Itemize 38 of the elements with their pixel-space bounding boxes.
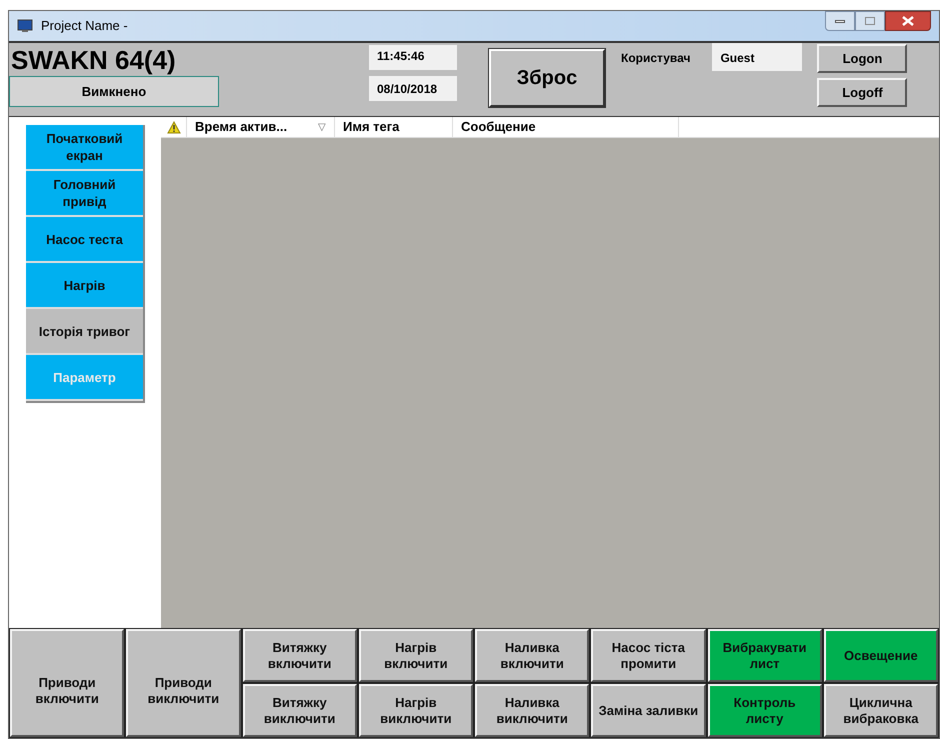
control-button[interactable]: Освещение [824,629,938,682]
logoff-button[interactable]: Logoff [817,78,908,107]
window-title: Project Name - [41,17,128,36]
control-button[interactable]: Приводи виключити [126,629,240,737]
nav-button[interactable]: Нагрів [26,263,143,309]
user-field: Guest [712,43,802,71]
monitor-icon [17,19,33,33]
nav-button[interactable]: Історія тривог [26,309,143,355]
machine-title: SWAKN 64(4) [10,44,177,75]
warning-icon [166,120,180,134]
close-icon [902,16,914,26]
machine-status: Вимкнено [9,76,219,107]
control-button[interactable]: Контроль листу [708,684,822,737]
nav-button[interactable]: Насос теста [26,217,143,263]
close-button[interactable] [885,11,931,31]
control-button[interactable]: Витяжку включити [242,629,357,682]
control-button[interactable]: Вибракувати лист [708,629,822,682]
logon-button[interactable]: Logon [817,44,908,73]
control-button[interactable]: Нагрів включити [358,629,473,682]
maximize-button[interactable] [855,11,885,31]
nav-button[interactable]: Головний привід [26,171,143,217]
control-button[interactable]: Наливка включити [475,629,590,682]
control-button[interactable]: Приводи включити [10,629,124,737]
control-button[interactable]: Витяжку виключити [242,684,357,737]
control-button[interactable]: Наливка виключити [475,684,590,737]
control-button[interactable]: Нагрів виключити [358,684,473,737]
column-header[interactable]: Сообщение [453,117,679,137]
nav-button[interactable]: Початковий екран [26,125,143,171]
reset-button[interactable]: Збрoс [489,49,605,107]
time-display: 11:45:46 [369,45,457,70]
control-button[interactable]: Заміна заливки [591,684,706,737]
date-display: 08/10/2018 [369,76,457,101]
user-label: Користувач [621,50,690,65]
control-button[interactable]: Циклична вибраковка [824,684,938,737]
minimize-button[interactable] [825,11,855,31]
column-header[interactable]: Время актив... ▽ [187,117,335,137]
column-header[interactable]: Имя тега [335,117,453,137]
control-button[interactable]: Насос тіста промити [591,629,706,682]
